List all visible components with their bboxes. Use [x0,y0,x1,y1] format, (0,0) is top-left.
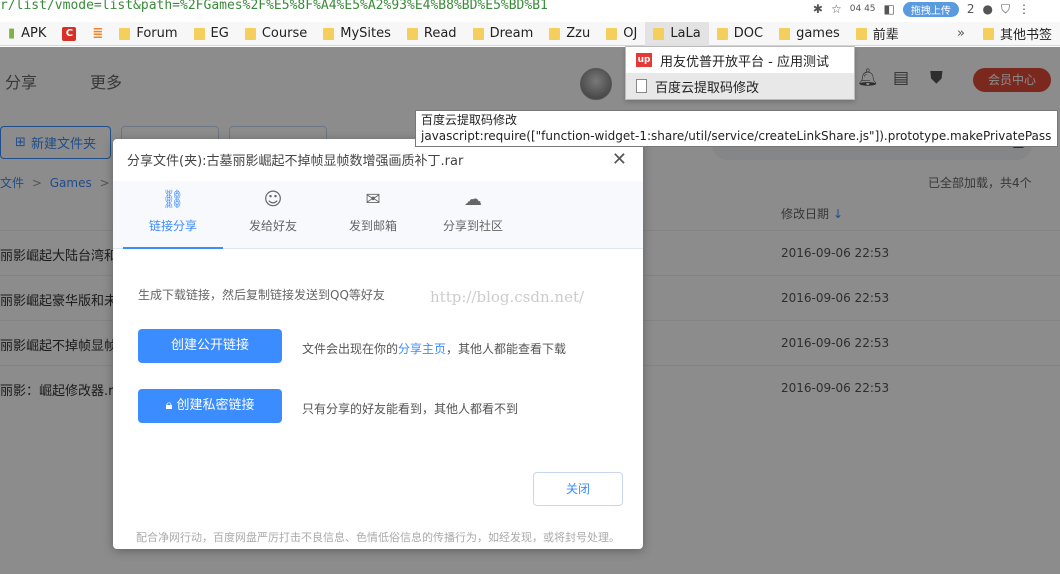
bookmark-folder-dropdown: up 用友优普开放平台 - 应用测试 百度云提取码修改 [625,46,855,100]
folder-icon [653,27,665,40]
link-icon: ⛓ [161,189,185,210]
folder-icon [406,27,418,40]
shield-icon[interactable]: ⛉ [1001,2,1010,17]
folder-icon [323,27,335,40]
bookmark-dream[interactable]: Dream [465,22,542,46]
bookmark-doc[interactable]: DOC [709,22,771,46]
upload-extension[interactable]: 拖拽上传 [902,1,959,17]
community-icon: ☁ [464,189,482,210]
private-link-note: 只有分享的好友能看到，其他人都看不到 [302,402,519,416]
lock-icon: 🔒︎ [165,398,173,413]
stackoverflow-icon: ≣ [92,26,104,41]
dropdown-item-yonyou[interactable]: up 用友优普开放平台 - 应用测试 [626,47,854,73]
up-logo-icon: up [636,53,652,67]
share-dialog: 分享文件(夹):古墓丽影崛起不掉帧显帧数增强画质补丁.rar ✕ ⛓ 链接分享 … [113,139,643,549]
close-icon[interactable]: ✕ [612,149,627,170]
extension-icons: ✱ ☆ 04 45 ◧ 拖拽上传 2 ● ⛉ ⋮ [813,0,1060,18]
share-tabs: ⛓ 链接分享 ☺ 发给好友 ✉ 发到邮箱 ☁ 分享到社区 [113,181,643,249]
folder-icon [549,27,561,40]
bookmark-lala[interactable]: LaLa [645,21,709,46]
badge-count: 2 [966,2,975,16]
c-logo-icon: C [62,26,77,41]
folder-icon [193,27,205,40]
folder-icon [716,27,728,40]
puzzle-icon[interactable]: ✱ [813,2,823,16]
tooltip-title: 百度云提取码修改 [421,113,518,127]
bookmark-tooltip: 百度云提取码修改 javascript:require(["function-w… [415,110,1058,147]
bookmark-forum[interactable]: Forum [111,22,185,46]
watermark: http://blog.csdn.net/ [430,288,585,306]
bookmarks-bar: ▮ APK C ≣ Forum EG Course MySites Read D… [0,21,1060,46]
bookmark-c[interactable]: C [54,22,84,46]
public-link-note: 文件会出现在你的分享主页，其他人都能查看下载 [302,342,567,356]
tab-share-community[interactable]: ☁ 分享到社区 [423,181,523,249]
dialog-title: 分享文件(夹):古墓丽影崛起不掉帧显帧数增强画质补丁.rar [127,154,464,169]
share-description: 生成下载链接，然后复制链接发送到QQ等好友 [138,288,385,302]
folder-icon [606,27,618,40]
close-button[interactable]: 关闭 [533,472,623,506]
create-private-link-button[interactable]: 🔒︎ 创建私密链接 [138,389,282,423]
create-public-link-button[interactable]: 创建公开链接 [138,329,282,363]
friends-icon: ☺ [263,189,283,210]
bookmarks-overflow-button[interactable]: » [947,22,975,46]
folder-icon [472,27,484,40]
menu-icon[interactable]: ⋮ [1018,2,1030,16]
profile-icon[interactable]: ● [983,2,993,16]
folder-icon [779,27,791,40]
folder-icon [119,27,131,40]
folder-icon [244,27,256,40]
tab-send-email[interactable]: ✉ 发到邮箱 [323,181,423,249]
share-homepage-link[interactable]: 分享主页 [398,342,446,356]
tab-send-friends[interactable]: ☺ 发给好友 [223,181,323,249]
dialog-footer-notice: 配合净网行动，百度网盘严厉打击不良信息、色情低俗信息的传播行为，如经发现，或将封… [136,531,620,544]
bookmark-other[interactable]: 其他书签 [975,22,1060,46]
bookmark-stackoverflow[interactable]: ≣ [84,22,111,46]
bookmark-mysites[interactable]: MySites [315,22,399,46]
bookmark-oj[interactable]: OJ [598,22,645,46]
folder-icon [982,27,994,40]
bookmark-games[interactable]: games [771,22,848,46]
bookmark-zzu[interactable]: Zzu [541,22,598,46]
folder-icon [855,27,867,40]
clock-extension[interactable]: 04 45 [850,4,876,14]
bookmark-read[interactable]: Read [399,22,465,46]
url-text[interactable]: r/list/vmode=list&path=%2FGames%2F%E5%8F… [0,0,548,13]
bookmark-seniors[interactable]: 前辈 [848,22,907,46]
tab-link-share[interactable]: ⛓ 链接分享 [123,181,223,249]
bookmark-apk[interactable]: ▮ APK [0,22,54,46]
apk-icon: ▮ [8,26,16,41]
mail-icon: ✉ [365,189,381,210]
bookmark-course[interactable]: Course [237,22,315,46]
page-icon [636,79,647,93]
dropdown-item-baidu-code[interactable]: 百度云提取码修改 [626,73,854,99]
address-bar[interactable]: r/list/vmode=list&path=%2FGames%2F%E5%8F… [0,0,1060,18]
star-icon[interactable]: ☆ [831,2,842,16]
bookmark-ext-icon[interactable]: ◧ [884,2,895,16]
tooltip-url: javascript:require(["function-widget-1:s… [421,129,1052,143]
bookmark-eg[interactable]: EG [186,22,237,46]
